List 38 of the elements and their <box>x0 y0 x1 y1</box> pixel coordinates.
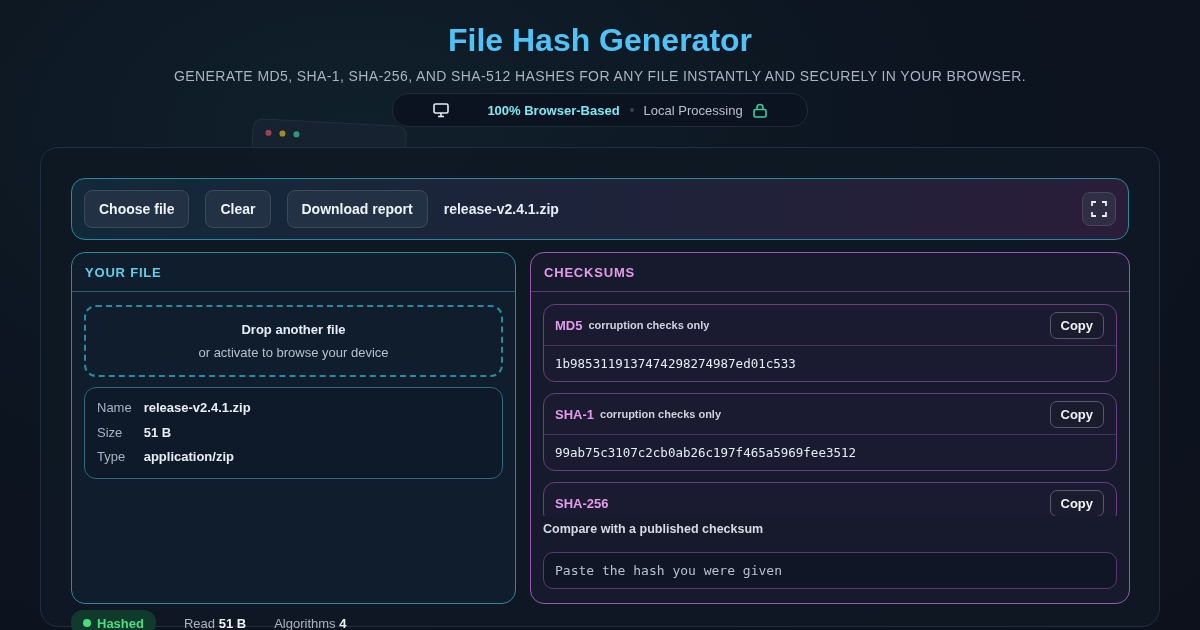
copy-button[interactable]: Copy <box>1049 400 1104 428</box>
algorithm-name: SHA-1 <box>555 406 594 422</box>
detail-label: Name <box>97 400 132 417</box>
drop-zone-hint: or activate to browse your device <box>198 345 389 360</box>
drop-zone-title: Drop another file <box>241 322 346 337</box>
algorithm-name: SHA-256 <box>555 495 609 511</box>
badge-label: Local Processing <box>643 102 743 118</box>
copy-button[interactable]: Copy <box>1049 489 1104 516</box>
status-text: Algorithms 4 <box>274 615 347 630</box>
algorithm-name: MD5 <box>555 317 583 333</box>
toolbar-button[interactable]: Choose file <box>84 190 190 228</box>
toolbar-button[interactable]: Clear <box>205 190 271 228</box>
detail-value: 51 B <box>143 424 173 441</box>
detail-value: release-v2.4.1.zip <box>143 400 252 417</box>
subtitle: GENERATE MD5, SHA-1, SHA-256, AND SHA-512 HASHES FOR ANY FILE INSTANTLY AND SECURELY IN YOUR BROWSER. <box>173 68 1027 84</box>
detail-value: application/zip <box>143 449 235 466</box>
page-title: File Hash Generator <box>447 22 753 58</box>
badge-label: 100% Browser-Based <box>487 102 620 118</box>
compare-input[interactable]: Paste the hash you were given <box>543 552 1117 589</box>
algorithm-note: corruption checks only <box>600 408 723 420</box>
algorithm-note: corruption checks only <box>588 319 711 331</box>
drop-zone[interactable]: Drop another file or activate to browse your device <box>84 305 503 377</box>
detail-label: Type <box>97 449 127 466</box>
fullscreen-button[interactable] <box>1082 192 1116 226</box>
monitor-icon <box>433 102 450 118</box>
fullscreen-icon <box>1091 201 1107 217</box>
hash-value: 99ab75c3107c2cb0ab26c197f465a5969fee3512 <box>554 444 858 462</box>
panel-title: YOUR FILE <box>72 253 515 292</box>
file-name: release-v2.4.1.zip <box>443 201 560 217</box>
toolbar-button[interactable]: Download report <box>286 190 428 228</box>
status-text: Read 51 B <box>183 615 247 630</box>
copy-button[interactable]: Copy <box>1049 311 1104 339</box>
compare-label: Compare with a published checksum <box>543 522 765 536</box>
lock-icon <box>752 102 767 118</box>
hash-value: 1b9853119137474298274987ed01c533 <box>554 355 797 373</box>
panel-title: CHECKSUMS <box>531 253 1129 292</box>
status-badge: Hashed <box>71 610 156 630</box>
detail-label: Size <box>97 424 124 441</box>
